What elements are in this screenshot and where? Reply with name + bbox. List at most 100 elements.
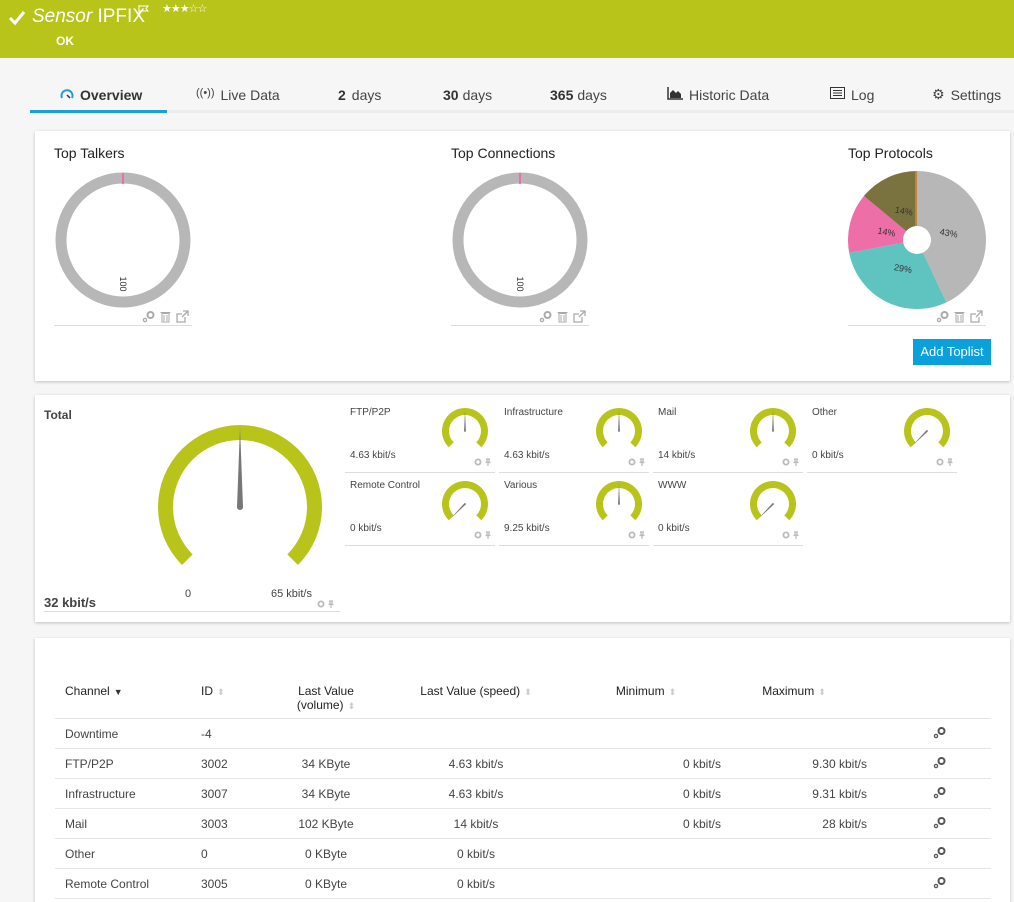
channel-id: 3003 [201,808,271,839]
column-minimum[interactable]: Minimum ⬍ [571,676,721,719]
channel-gauge-name: Mail [658,407,677,418]
column-id[interactable]: ID ⬍ [201,676,271,719]
star-filled-icon[interactable]: ★ [162,3,172,15]
table-row[interactable]: FTP/P2P 3002 34 KByte 4.63 kbit/s 0 kbit/s 9.… [55,748,991,779]
row-actions [867,778,991,809]
star-empty-icon[interactable]: ☆ [189,3,199,15]
settings-icon[interactable] [474,458,482,466]
channel-settings-icon[interactable] [933,786,946,799]
gauge-needle [758,503,774,519]
table-row[interactable]: Remote Control 3005 0 KByte 0 kbit/s [55,868,991,899]
tab-overview[interactable]: Overview [30,80,167,113]
pin-icon[interactable] [792,458,800,466]
sort-icon: ⬍ [217,687,225,697]
table-row[interactable]: Other 0 0 KByte 0 kbit/s [55,838,991,869]
settings-icon[interactable] [539,310,552,323]
settings-icon[interactable] [782,531,790,539]
area-chart-icon [667,87,683,100]
channel-settings-icon[interactable] [933,876,946,889]
delete-icon[interactable] [556,310,569,323]
column-last-value-volume[interactable]: Last Value (volume) ⬍ [271,676,381,719]
total-gauge[interactable] [157,425,327,575]
open-external-icon[interactable] [970,310,983,323]
toplist-actions [539,310,586,323]
divider [653,545,803,546]
settings-icon[interactable] [628,531,636,539]
pin-icon[interactable] [638,531,646,539]
top-talkers-donut[interactable]: 100 [54,171,192,309]
channel-gauge-dial [750,408,796,448]
divider [54,325,192,326]
settings-icon[interactable] [628,458,636,466]
column-channel[interactable]: Channel ▼ [55,676,201,719]
tab-historic-data[interactable]: Historic Data [667,80,769,113]
pin-icon[interactable] [484,458,492,466]
channel-id: 3007 [201,778,271,809]
minimum-value: 0 kbit/s [571,808,721,839]
channel-name: Remote Control [55,868,201,899]
last-value-volume: 0 KByte [271,868,381,899]
open-external-icon[interactable] [573,310,586,323]
sensor-kind: Sensor [32,6,93,27]
tab-log[interactable]: Log [830,80,874,113]
channel-settings-icon[interactable] [933,756,946,769]
channel-gauge[interactable]: Other 0 kbit/s [807,405,957,477]
gauge-actions [474,458,492,466]
top-connections-donut[interactable]: 100 [451,171,589,309]
column-label: Last Value (speed) [420,684,521,698]
minimum-value: 0 kbit/s [571,778,721,809]
pin-icon[interactable] [484,531,492,539]
open-external-icon[interactable] [176,310,189,323]
table-row[interactable]: Mail 3003 102 KByte 14 kbit/s 0 kbit/s 28 kbi… [55,808,991,839]
tab-label: days [351,87,382,103]
channel-settings-icon[interactable] [933,816,946,829]
pin-icon[interactable] [638,458,646,466]
maximum-value: 28 kbit/s [721,808,867,839]
channel-gauge[interactable]: Infrastructure 4.63 kbit/s [499,405,649,477]
tab-365-days[interactable]: 365 days [550,80,607,113]
pin-icon[interactable] [946,458,954,466]
channel-gauge[interactable]: Mail 14 kbit/s [653,405,803,477]
tab-2-days[interactable]: 2 days [338,80,381,113]
settings-icon[interactable] [782,458,790,466]
column-maximum[interactable]: Maximum ⬍ [721,676,867,719]
channel-name: Mail [55,808,201,839]
settings-icon[interactable] [474,531,482,539]
channel-gauge[interactable]: FTP/P2P 4.63 kbit/s [345,405,495,477]
settings-icon[interactable] [317,600,325,608]
channel-gauge[interactable]: Remote Control 0 kbit/s [345,478,495,550]
star-filled-icon[interactable]: ★ [180,3,190,15]
top-protocols-pie[interactable]: 43%29%14%14% [848,171,986,309]
tab-live-data[interactable]: ((•)) Live Data [196,80,280,113]
channel-gauge-value: 14 kbit/s [658,450,696,461]
gauge-actions [474,531,492,539]
star-filled-icon[interactable]: ★ [171,3,181,15]
pin-icon[interactable] [327,600,335,608]
gauge-actions [628,531,646,539]
sort-icon: ⬍ [524,687,532,697]
table-row[interactable]: Downtime -4 [55,718,991,749]
settings-icon[interactable] [936,310,949,323]
tab-30-days[interactable]: 30 days [443,80,492,113]
column-last-value-speed[interactable]: Last Value (speed) ⬍ [381,676,571,719]
add-toplist-button[interactable]: Add Toplist [913,339,991,365]
channel-settings-icon[interactable] [933,726,946,739]
delete-icon[interactable] [159,310,172,323]
tab-settings[interactable]: ⚙ Settings [932,80,1001,113]
priority-stars[interactable]: ★★★☆☆ [162,2,208,15]
channel-gauge[interactable]: Various 9.25 kbit/s [499,478,649,550]
table-row[interactable]: Infrastructure 3007 34 KByte 4.63 kbit/s 0 k… [55,778,991,809]
divider [848,325,986,326]
settings-icon[interactable] [142,310,155,323]
channel-gauge[interactable]: WWW 0 kbit/s [653,478,803,550]
channel-gauge-name: Remote Control [350,480,421,491]
gauge-actions [936,458,954,466]
channel-settings-icon[interactable] [933,846,946,859]
pin-icon[interactable] [792,531,800,539]
column-label: Last Value [298,684,354,698]
delete-icon[interactable] [953,310,966,323]
star-empty-icon[interactable]: ☆ [198,3,208,15]
flag-icon[interactable] [138,5,150,16]
settings-icon[interactable] [936,458,944,466]
gauge-needle-base [237,504,243,510]
